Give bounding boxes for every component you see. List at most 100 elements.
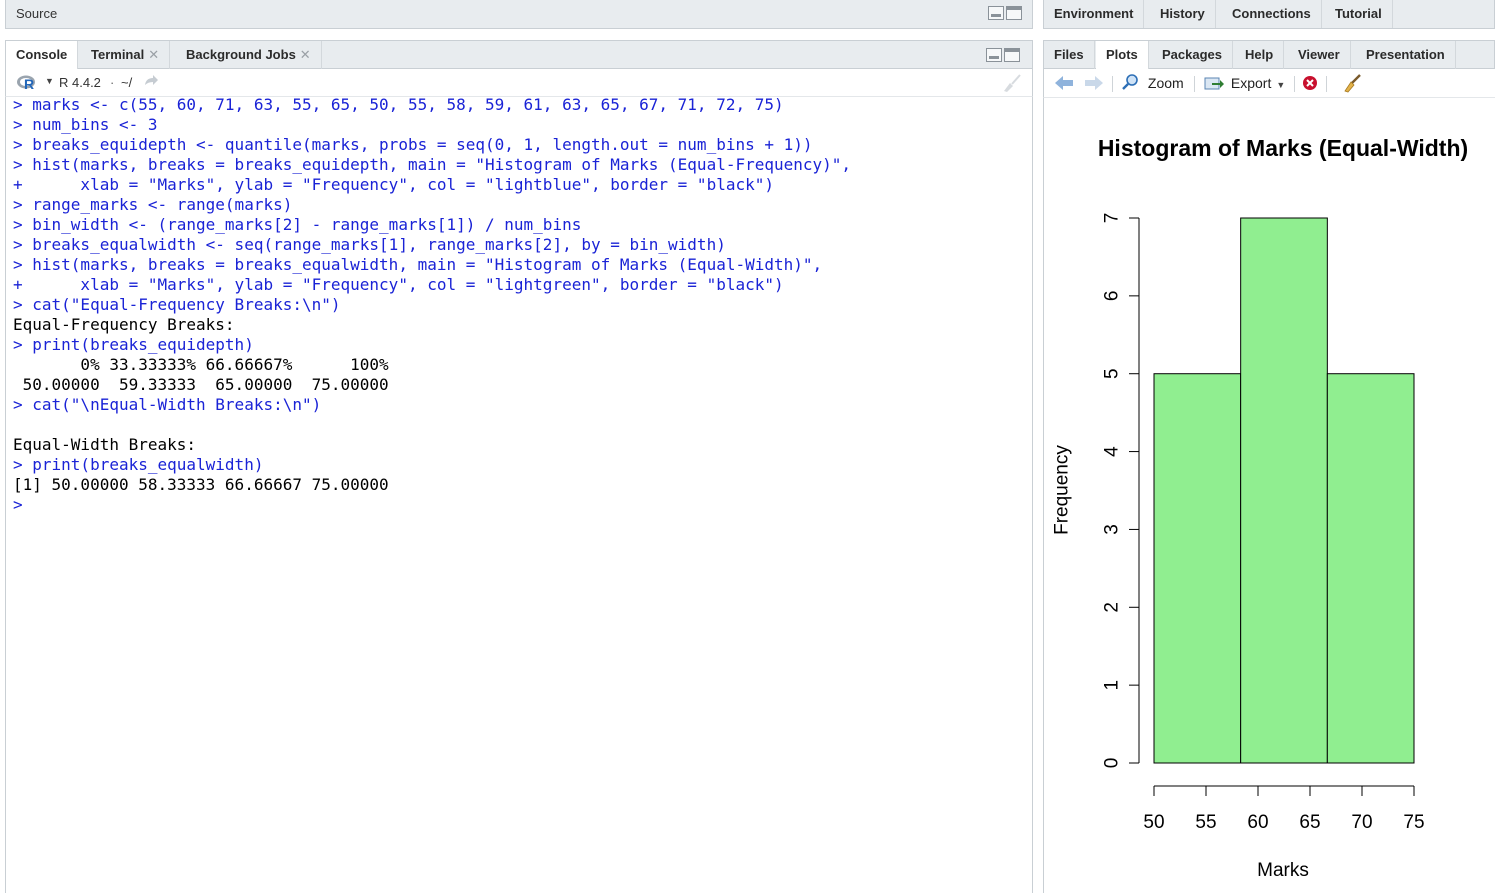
maximize-pane-icon[interactable]: [1006, 6, 1022, 20]
back-arrow-icon[interactable]: [1054, 75, 1074, 96]
tab-plots[interactable]: Plots: [1096, 41, 1149, 70]
tab-environment-label: Environment: [1054, 6, 1134, 21]
console-tabbar: Console Terminal ✕ Background Jobs ✕: [5, 40, 1033, 70]
console-line: > bin_width <- (range_marks[2] - range_m…: [13, 215, 582, 234]
tab-help[interactable]: Help: [1235, 41, 1285, 69]
tab-background-jobs[interactable]: Background Jobs ✕: [176, 41, 322, 69]
console-line: > breaks_equidepth <- quantile(marks, pr…: [13, 135, 813, 154]
source-pane-title: Source: [16, 6, 58, 21]
x-tick-label: 60: [1247, 812, 1268, 833]
maximize-pane-icon[interactable]: [1004, 48, 1020, 62]
tab-terminal[interactable]: Terminal ✕: [81, 41, 171, 69]
tab-history[interactable]: History: [1150, 0, 1216, 28]
environment-tabbar: Environment History Connections Tutorial: [1043, 0, 1495, 29]
x-tick-label: 55: [1195, 812, 1216, 833]
y-axis-label: Frequency: [1052, 445, 1073, 535]
console-output-line: Equal-Width Breaks:: [13, 435, 197, 454]
tab-presentation-label: Presentation: [1366, 47, 1445, 62]
broom-icon[interactable]: [1342, 73, 1362, 98]
console-line: > breaks_equalwidth <- seq(range_marks[1…: [13, 235, 726, 254]
y-tick-label: 3: [1102, 524, 1123, 535]
histogram-bar: [1153, 373, 1242, 764]
r-version: R 4.4.2: [59, 75, 101, 90]
console-line: + xlab = "Marks", ylab = "Frequency", co…: [13, 175, 774, 194]
console-line: > cat("\nEqual-Width Breaks:\n"): [13, 395, 322, 414]
tab-packages[interactable]: Packages: [1152, 41, 1233, 69]
chevron-down-icon[interactable]: ▼: [45, 76, 54, 86]
toolbar-separator: [1326, 76, 1327, 92]
tab-connections-label: Connections: [1232, 6, 1311, 21]
console-output-line: [1] 50.00000 58.33333 66.66667 75.00000: [13, 475, 389, 494]
source-window-controls: [988, 6, 1022, 20]
console-output-line: Equal-Frequency Breaks:: [13, 315, 235, 334]
r-logo-icon[interactable]: R: [16, 74, 38, 97]
export-icon: [1204, 75, 1228, 91]
minimize-pane-icon[interactable]: [986, 48, 1002, 62]
y-tick-label: 1: [1102, 680, 1123, 691]
zoom-label: Zoom: [1147, 75, 1184, 91]
remove-plot-icon[interactable]: [1302, 75, 1318, 96]
tab-background-jobs-label: Background Jobs: [186, 47, 296, 62]
console-line: > num_bins <- 3: [13, 115, 158, 134]
forward-arrow-icon[interactable]: [1084, 75, 1104, 96]
go-to-directory-icon[interactable]: [143, 73, 159, 94]
plot-viewer: Histogram of Marks (Equal-Width) 50 55 60 65…: [1043, 98, 1495, 893]
y-tick-label: 6: [1102, 291, 1123, 302]
histogram-bar: [1326, 373, 1415, 764]
console-toolbar: R ▼ R 4.4.2 · ~/: [5, 69, 1033, 97]
tab-console[interactable]: Console: [6, 41, 79, 70]
tab-tutorial[interactable]: Tutorial: [1325, 0, 1393, 28]
tab-terminal-label: Terminal: [91, 47, 145, 62]
tab-environment[interactable]: Environment: [1044, 0, 1145, 28]
plots-toolbar: Zoom Export ▼: [1043, 69, 1495, 98]
x-tick-label: 70: [1351, 812, 1372, 833]
toolbar-separator: [1194, 76, 1195, 92]
x-tick-label: 75: [1403, 812, 1424, 833]
histogram-bar: [1240, 217, 1328, 764]
export-label: Export: [1230, 75, 1272, 91]
console-window-controls: [986, 48, 1020, 62]
y-tick-label: 0: [1102, 758, 1123, 769]
tab-plots-label: Plots: [1106, 47, 1138, 62]
working-directory[interactable]: ~/: [121, 75, 132, 90]
y-tick-label: 7: [1102, 213, 1123, 224]
tab-tutorial-label: Tutorial: [1335, 6, 1382, 21]
close-tab-icon[interactable]: ✕: [148, 47, 159, 62]
histogram-chart: Histogram of Marks (Equal-Width)50 55 60 65…: [1052, 135, 1469, 881]
console-prompt[interactable]: >: [13, 495, 23, 515]
tab-presentation[interactable]: Presentation: [1356, 41, 1456, 69]
clear-console-icon[interactable]: [1000, 73, 1022, 98]
console-output-line: 0% 33.33333% 66.66667% 100%: [13, 355, 389, 374]
console-line: > print(breaks_equalwidth): [13, 455, 264, 474]
x-axis-label: Marks: [1257, 860, 1309, 881]
tab-history-label: History: [1160, 6, 1205, 21]
export-button[interactable]: Export ▼: [1204, 75, 1285, 91]
y-tick-label: 2: [1102, 602, 1123, 613]
tab-connections[interactable]: Connections: [1222, 0, 1322, 28]
y-tick-label: 4: [1102, 446, 1123, 457]
toolbar-separator: [1112, 76, 1113, 92]
y-tick-label: 5: [1102, 368, 1123, 379]
separator-dot: ·: [110, 75, 115, 90]
zoom-button[interactable]: Zoom: [1122, 74, 1184, 91]
minimize-pane-icon[interactable]: [988, 6, 1004, 20]
console-line: > hist(marks, breaks = breaks_equalwidth…: [13, 255, 823, 274]
tab-files[interactable]: Files: [1044, 41, 1095, 69]
source-pane-header: Source: [5, 0, 1033, 29]
console-output-line: 50.00000 59.33333 65.00000 75.00000: [13, 375, 389, 394]
x-tick-label: 65: [1299, 812, 1320, 833]
close-tab-icon[interactable]: ✕: [300, 47, 311, 62]
tab-viewer[interactable]: Viewer: [1288, 41, 1351, 69]
console-output[interactable]: > marks <- c(55, 60, 71, 63, 55, 65, 50,…: [5, 95, 1033, 893]
chevron-down-icon: ▼: [1276, 80, 1286, 90]
svg-text:R: R: [24, 76, 34, 92]
files-tabbar: Files Plots Packages Help Viewer Present…: [1043, 40, 1495, 70]
tab-console-label: Console: [16, 47, 68, 62]
console-line: > hist(marks, breaks = breaks_equidepth,…: [13, 155, 852, 174]
console-line: > print(breaks_equidepth): [13, 335, 254, 354]
console-line: > range_marks <- range(marks): [13, 195, 293, 214]
tab-help-label: Help: [1245, 47, 1274, 62]
zoom-icon: [1122, 74, 1144, 91]
tab-packages-label: Packages: [1162, 47, 1222, 62]
tab-files-label: Files: [1054, 47, 1084, 62]
